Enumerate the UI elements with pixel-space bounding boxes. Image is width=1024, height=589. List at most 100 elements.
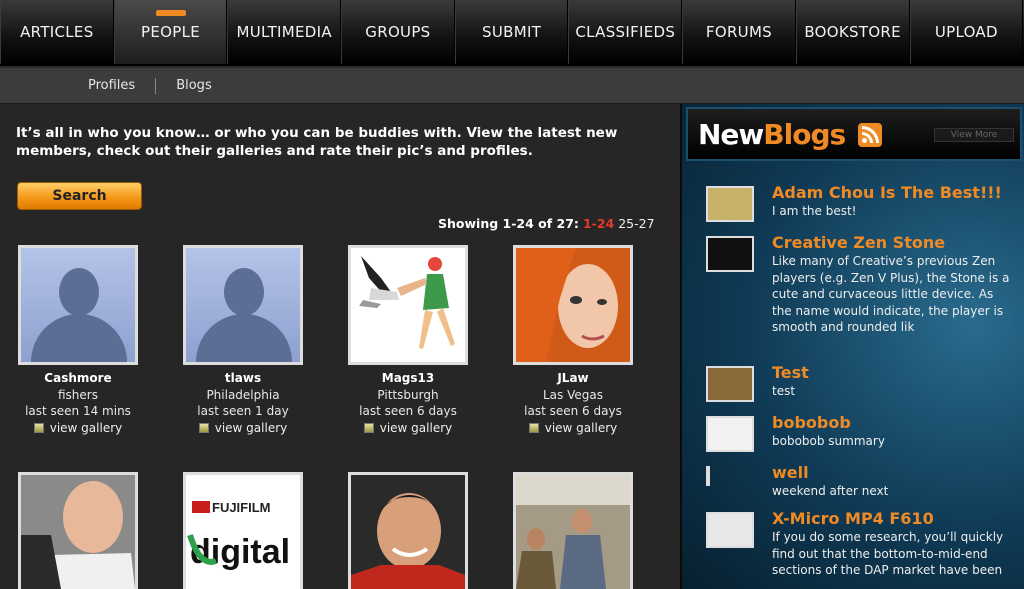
blog-thumbnail[interactable] (706, 416, 754, 452)
member-last-seen: last seen 14 mins (25, 404, 131, 418)
tab-label: ARTICLES (20, 23, 94, 41)
blog-title[interactable]: X-Micro MP4 F610 (772, 509, 934, 528)
member-city: Philadelphia (206, 387, 280, 402)
tab-groups[interactable]: GROUPS (341, 0, 455, 64)
tab-upload[interactable]: UPLOAD (909, 0, 1024, 64)
blog-thumbnail[interactable] (706, 186, 754, 222)
view-gallery-link[interactable]: view gallery (168, 420, 318, 437)
tab-people[interactable]: PEOPLE (113, 0, 228, 64)
blog-thumbnail[interactable] (706, 236, 754, 272)
current-page: 1-24 (582, 216, 615, 231)
member-card: tlaws Philadelphia last seen 1 day view … (168, 245, 318, 436)
member-avatar[interactable] (348, 245, 468, 365)
tab-multimedia[interactable]: MULTIMEDIA (227, 0, 342, 64)
member-city: fishers (58, 387, 98, 402)
tab-articles[interactable]: ARTICLES (0, 0, 114, 64)
new-blogs-sidebar: NewBlogs View More Adam Chou Is The Best… (680, 104, 1024, 589)
tab-label: CLASSIFIEDS (575, 23, 676, 41)
tab-label: FORUMS (705, 23, 773, 41)
page-link-25-27[interactable]: 25-27 (618, 216, 654, 231)
subnav-profiles-link[interactable]: Profiles (88, 78, 135, 93)
blog-thumbnail[interactable] (706, 366, 754, 402)
rss-icon[interactable] (858, 123, 882, 147)
tab-label: UPLOAD (934, 23, 998, 41)
subnav-blogs-link[interactable]: Blogs (176, 78, 212, 93)
gallery-icon (198, 422, 209, 433)
tab-classifieds[interactable]: CLASSIFIEDS (568, 0, 683, 64)
member-avatar[interactable] (18, 472, 138, 589)
silhouette-icon (59, 268, 99, 316)
gallery-icon (528, 422, 539, 433)
view-gallery-link[interactable]: view gallery (3, 420, 153, 437)
blog-summary: test (772, 384, 796, 398)
member-last-seen: last seen 1 day (197, 404, 289, 418)
tab-bookstore[interactable]: BOOKSTORE (795, 0, 910, 64)
tab-label: GROUPS (365, 23, 431, 41)
member-city: Pittsburgh (377, 387, 439, 402)
member-last-seen: last seen 6 days (359, 404, 457, 418)
tab-forums[interactable]: FORUMS (682, 0, 796, 64)
sub-navigation: Profiles Blogs (0, 68, 1024, 104)
active-tab-marker (155, 10, 186, 16)
new-blogs-title: NewBlogs (698, 118, 846, 151)
member-city: Las Vegas (543, 387, 603, 402)
dancers-illustration (351, 248, 465, 362)
gallery-label: view gallery (379, 420, 453, 435)
member-card: Cashmore fishers last seen 14 mins view … (3, 245, 153, 436)
member-name[interactable]: JLaw (498, 370, 648, 387)
intro-text: It’s all in who you know… or who you can… (16, 125, 618, 159)
view-gallery-link[interactable]: view gallery (333, 420, 483, 437)
man-photo (21, 475, 135, 589)
group-photo (516, 475, 630, 589)
blog-title[interactable]: Creative Zen Stone (772, 233, 945, 252)
view-more-button[interactable]: View More (934, 128, 1014, 142)
member-card: JLaw Las Vegas last seen 6 days view gal… (498, 245, 648, 436)
member-last-seen: last seen 6 days (524, 404, 622, 418)
gallery-label: view gallery (544, 420, 618, 435)
blog-thumbnail[interactable] (706, 512, 754, 548)
tab-label: SUBMIT (482, 23, 542, 41)
title-part-blogs: Blogs (763, 118, 846, 151)
blog-title[interactable]: Test (772, 363, 809, 382)
title-part-new: New (698, 118, 764, 151)
subnav-divider (155, 77, 157, 94)
tab-label: MULTIMEDIA (236, 23, 332, 41)
pagination: Showing 1-24 of 27: 1-24 25-27 (438, 216, 655, 231)
blog-summary: If you do some research, you’ll quickly … (772, 530, 1004, 577)
new-blogs-header: NewBlogs View More (686, 107, 1022, 161)
search-button[interactable]: Search (17, 182, 142, 210)
member-avatar[interactable] (18, 245, 138, 365)
member-avatar[interactable] (513, 472, 633, 589)
gallery-label: view gallery (49, 420, 123, 435)
tab-submit[interactable]: SUBMIT (454, 0, 569, 64)
top-navigation: ARTICLES PEOPLE MULTIMEDIA GROUPS SUBMIT… (0, 0, 1024, 66)
fujifilm-logo: FUJIFILM digital (186, 475, 300, 589)
blog-title[interactable]: well (772, 463, 809, 482)
showing-label: Showing 1-24 of 27: (438, 216, 579, 231)
member-avatar[interactable] (183, 245, 303, 365)
blog-summary: I am the best! (772, 204, 857, 218)
blog-title[interactable]: bobobob (772, 413, 851, 432)
logo-brand-text: FUJIFILM (212, 500, 271, 515)
member-name[interactable]: Cashmore (3, 370, 153, 387)
tab-label: BOOKSTORE (804, 23, 901, 41)
tab-label: PEOPLE (141, 23, 201, 41)
blog-summary: Like many of Creative’s previous Zen pla… (772, 254, 1010, 334)
blog-thumbnail[interactable] (706, 466, 710, 486)
member-name[interactable]: tlaws (168, 370, 318, 387)
member-card: Mags13 Pittsburgh last seen 6 days view … (333, 245, 483, 436)
blog-summary: bobobob summary (772, 434, 885, 448)
smiling-man-photo (351, 475, 465, 589)
blog-title[interactable]: Adam Chou Is The Best!!! (772, 183, 1002, 202)
member-avatar[interactable] (348, 472, 468, 589)
member-name[interactable]: Mags13 (333, 370, 483, 387)
rss-dot (862, 138, 867, 143)
blog-summary: weekend after next (772, 484, 889, 498)
member-avatar[interactable]: FUJIFILM digital (183, 472, 303, 589)
gallery-label: view gallery (214, 420, 288, 435)
gallery-icon (33, 422, 44, 433)
view-gallery-link[interactable]: view gallery (498, 420, 648, 437)
silhouette-icon (224, 268, 264, 316)
member-avatar[interactable] (513, 245, 633, 365)
logo-word-text: digital (190, 533, 290, 571)
